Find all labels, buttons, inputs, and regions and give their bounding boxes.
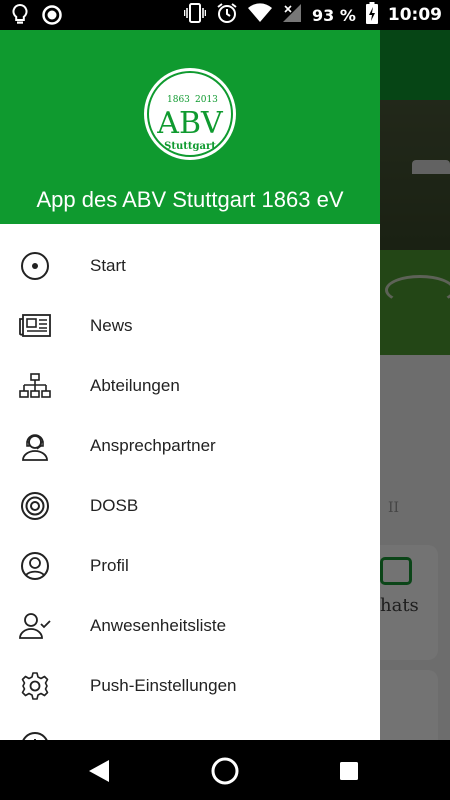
gear-icon: [18, 670, 52, 702]
navigation-drawer: 1863 2013 ABV Stuttgart App des ABV Stut…: [0, 30, 380, 740]
abv-logo: 1863 2013 ABV Stuttgart: [144, 68, 236, 160]
drawer-header: 1863 2013 ABV Stuttgart App des ABV Stut…: [0, 30, 380, 224]
vibrate-icon: [183, 2, 207, 28]
org-chart-icon: [18, 370, 52, 402]
logo-year-left: 1863: [167, 95, 190, 105]
profile-icon: [18, 550, 52, 582]
battery-charging-icon: [365, 1, 378, 29]
alarm-icon: [216, 2, 238, 29]
menu-item-label: Push-Einstellungen: [90, 676, 237, 695]
signal-icon: [282, 3, 302, 28]
target-icon: [18, 490, 52, 522]
battery-text: 93 %: [312, 5, 356, 25]
logo-city: Stuttgart: [164, 141, 216, 152]
wifi-icon: [248, 2, 272, 28]
drawer-title: App des ABV Stuttgart 1863 eV: [36, 187, 344, 212]
drawer-menu: Start News Abteilungen Ansprechpartner D…: [0, 224, 380, 740]
menu-item-label: Abteilungen: [90, 376, 180, 395]
system-nav-bar: [0, 740, 450, 800]
menu-item-label: News: [90, 316, 133, 335]
newspaper-icon: [18, 310, 52, 342]
info-icon: [18, 730, 52, 740]
menu-item-profil[interactable]: Profil: [0, 536, 380, 596]
menu-item-news[interactable]: News: [0, 296, 380, 356]
user-check-icon: [18, 610, 52, 642]
menu-item-label: Ansprechpartner: [90, 436, 216, 455]
menu-item-anwesenheitsliste[interactable]: Anwesenheitsliste: [0, 596, 380, 656]
menu-item-start[interactable]: Start: [0, 236, 380, 296]
menu-item-label: Start: [90, 256, 126, 275]
bulb-icon: [12, 3, 28, 31]
menu-item-dosb[interactable]: DOSB: [0, 476, 380, 536]
clock: 10:09: [387, 5, 442, 25]
home-icon[interactable]: [208, 754, 242, 788]
menu-item-label: DOSB: [90, 496, 139, 515]
menu-item-label: Profil: [90, 556, 129, 575]
back-icon[interactable]: [82, 754, 116, 788]
menu-item-label: Anwesenheitsliste: [90, 616, 227, 635]
menu-item-push-einstellungen[interactable]: Push-Einstellungen: [0, 656, 380, 716]
recents-icon[interactable]: [332, 754, 366, 788]
headset-icon: [18, 430, 52, 462]
start-icon: [18, 250, 52, 282]
menu-item-ansprechpartner[interactable]: Ansprechpartner: [0, 416, 380, 476]
record-icon: [42, 5, 62, 30]
logo-year-right: 2013: [195, 95, 218, 105]
logo-letters: ABV: [156, 106, 224, 141]
menu-item-abteilungen[interactable]: Abteilungen: [0, 356, 380, 416]
menu-item-more[interactable]: [0, 716, 380, 740]
status-bar: 93 % 10:09: [0, 0, 450, 30]
